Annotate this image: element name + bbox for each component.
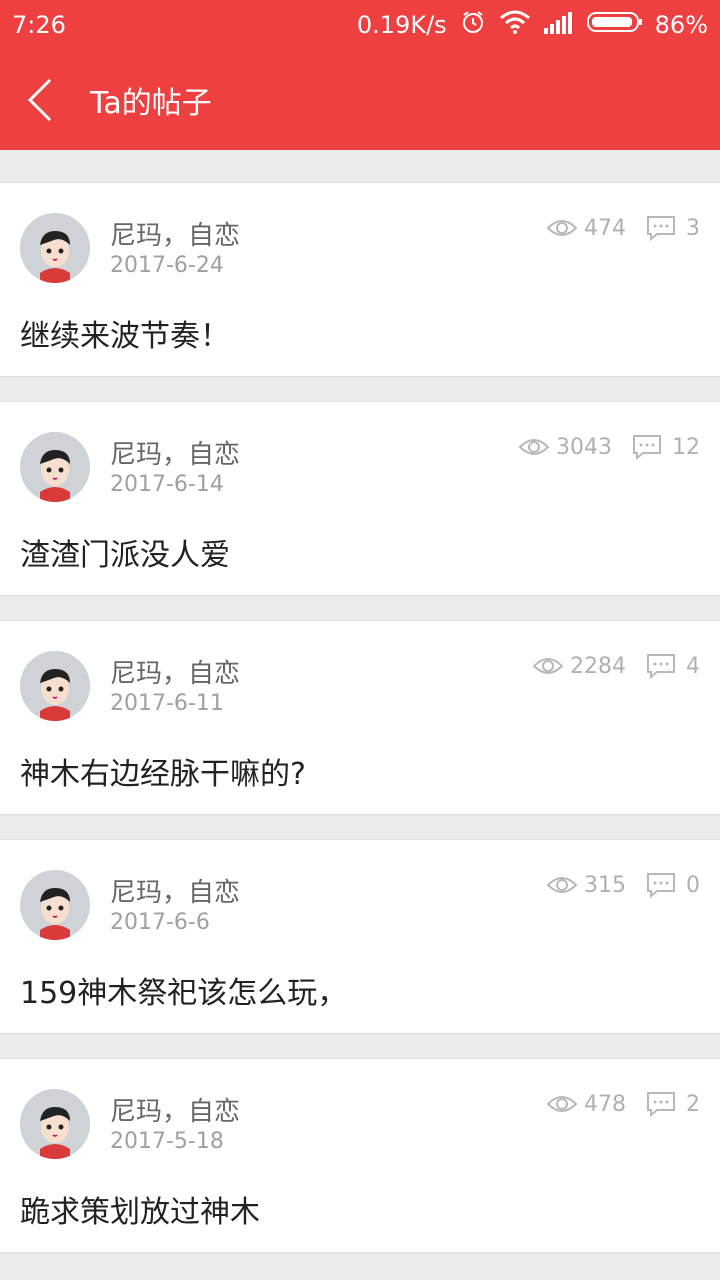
comment-icon [633, 435, 661, 460]
post-item[interactable]: 尼玛，自恋 2017-6-6 315 0 159神木祭祀该怎么玩， [0, 839, 720, 1034]
views-stat: 315 [546, 873, 626, 898]
post-author: 尼玛，自恋 [110, 440, 241, 470]
comments-stat: 0 [646, 872, 700, 898]
avatar[interactable] [20, 1089, 90, 1159]
status-bar: 7:26 0.19K/s 86% [0, 0, 720, 50]
views-stat: 2284 [532, 654, 626, 679]
post-date: 2017-6-6 [110, 910, 210, 935]
post-date: 2017-6-14 [110, 472, 224, 497]
post-item[interactable]: 尼玛，自恋 2017-6-11 2284 4 神木右边经脉干嘛的? [0, 620, 720, 815]
comments-stat: 12 [632, 434, 700, 460]
app-header: Ta的帖子 [0, 50, 720, 150]
wifi-icon [499, 9, 531, 41]
comments-stat: 3 [646, 215, 700, 241]
comments-count: 4 [686, 653, 700, 679]
post-content: 渣渣门派没人爱 [20, 538, 230, 573]
eye-icon [532, 658, 564, 674]
views-stat: 474 [546, 216, 626, 241]
post-stats: 315 0 [546, 872, 700, 898]
post-author: 尼玛，自恋 [110, 878, 241, 908]
comments-stat: 4 [646, 653, 700, 679]
avatar[interactable] [20, 870, 90, 940]
page-title: Ta的帖子 [90, 86, 212, 121]
post-date: 2017-6-11 [110, 691, 224, 716]
back-button[interactable] [0, 50, 80, 150]
comments-count: 12 [672, 434, 700, 460]
post-author: 尼玛，自恋 [110, 659, 241, 689]
post-date: 2017-5-18 [110, 1129, 224, 1154]
comments-count: 2 [686, 1091, 700, 1117]
views-count: 315 [584, 872, 626, 898]
battery-percent: 86% [654, 11, 708, 39]
post-content: 神木右边经脉干嘛的? [20, 757, 306, 792]
post-content: 跪求策划放过神木 [20, 1195, 260, 1230]
chevron-left-icon [27, 78, 52, 122]
alarm-icon [459, 8, 487, 42]
eye-icon [518, 439, 550, 455]
eye-icon [546, 877, 578, 893]
post-item[interactable]: 尼玛，自恋 2017-6-14 3043 12 渣渣门派没人爱 [0, 401, 720, 596]
comments-stat: 2 [646, 1091, 700, 1117]
avatar[interactable] [20, 432, 90, 502]
post-item[interactable]: 尼玛，自恋 2017-5-18 478 2 跪求策划放过神木 [0, 1058, 720, 1253]
views-stat: 478 [546, 1092, 626, 1117]
post-date: 2017-6-24 [110, 253, 224, 278]
post-list[interactable]: 尼玛，自恋 2017-6-24 474 3 继续来波节奏！ 尼玛，自恋 2017… [0, 150, 720, 1253]
views-count: 474 [584, 215, 626, 241]
post-stats: 478 2 [546, 1091, 700, 1117]
battery-icon [586, 10, 643, 40]
comment-icon [647, 654, 675, 679]
views-stat: 3043 [518, 435, 612, 460]
comment-icon [647, 1092, 675, 1117]
comments-count: 0 [686, 872, 700, 898]
post-stats: 2284 4 [532, 653, 700, 679]
status-time: 7:26 [12, 11, 66, 39]
post-item[interactable]: 尼玛，自恋 2017-6-24 474 3 继续来波节奏！ [0, 182, 720, 377]
views-count: 478 [584, 1091, 626, 1117]
signal-icon [543, 10, 575, 40]
comment-icon [647, 873, 675, 898]
comment-icon [647, 216, 675, 241]
avatar[interactable] [20, 651, 90, 721]
views-count: 3043 [556, 434, 612, 460]
comments-count: 3 [686, 215, 700, 241]
post-content: 159神木祭祀该怎么玩， [20, 976, 348, 1011]
eye-icon [546, 220, 578, 236]
post-content: 继续来波节奏！ [20, 319, 230, 354]
avatar[interactable] [20, 213, 90, 283]
network-speed: 0.19K/s [356, 11, 447, 39]
post-stats: 3043 12 [518, 434, 700, 460]
status-right: 0.19K/s 86% [357, 8, 708, 42]
post-stats: 474 3 [546, 215, 700, 241]
post-author: 尼玛，自恋 [110, 221, 241, 251]
post-author: 尼玛，自恋 [110, 1097, 241, 1127]
eye-icon [546, 1096, 578, 1112]
views-count: 2284 [570, 653, 626, 679]
